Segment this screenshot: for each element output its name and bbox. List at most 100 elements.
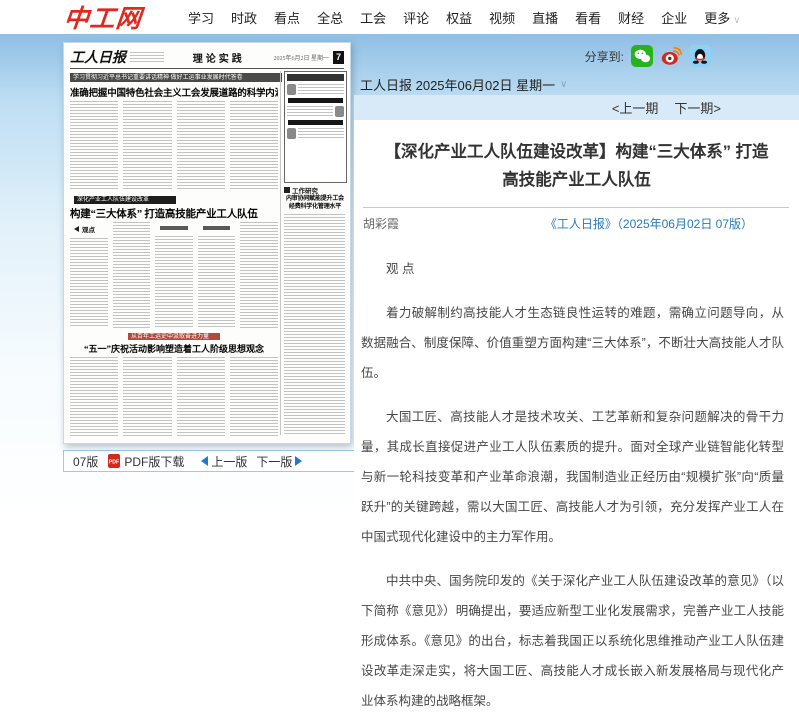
next-page-label: 下一版 <box>256 453 292 470</box>
newspaper-text-column <box>230 357 278 436</box>
title-divider <box>363 207 789 208</box>
side-headline: 内审协同赋能提升工会经费科学化管理水平 <box>284 195 346 211</box>
edition-label[interactable]: 07版 <box>73 453 98 470</box>
sub-headline-bar <box>160 226 188 230</box>
newspaper-page-number: 7 <box>333 51 344 64</box>
newspaper-text-column <box>113 222 151 328</box>
column-divider <box>280 71 281 435</box>
nav-item-more[interactable]: 更多∨ <box>704 8 740 27</box>
mid-kicker-text: 深化产业工人队伍建设改革 <box>77 197 149 203</box>
newspaper-text-column <box>123 101 171 191</box>
pdf-icon: PDF <box>107 454 121 468</box>
qq-share-icon[interactable] <box>689 45 711 67</box>
newspaper-page-image[interactable]: 工人日报 理论实践 2025年6月2日 星期一 7 学习贯彻习近平总书记重要讲话… <box>63 42 351 444</box>
article-paragraph-2: 大国工匠、高技能人才是技术攻关、工艺革新和复杂问题解决的骨干力量，其成长直接促进… <box>361 402 784 552</box>
prev-issue-link[interactable]: <上一期 <box>612 98 659 117</box>
sub-headline-bar <box>203 226 231 230</box>
newspaper-text-column <box>240 222 278 328</box>
share-label: 分享到: <box>585 48 624 65</box>
article-paragraph-1: 着力破解制约高技能人才生态链良性运转的难题，需确立问题导向，从数据融合、制度保障… <box>361 298 784 388</box>
newspaper-date: 2025年6月2日 星期一 <box>273 53 329 62</box>
banner-kicker-text: 学习贯彻习近平总书记重要讲话精神 做好工运事业发展时代答卷 <box>73 75 243 81</box>
pdf-download-label: PDF版下载 <box>124 453 184 470</box>
top-nav: 中工网 学习 时政 看点 全总 工会 评论 权益 视频 直播 看看 财经 企业 … <box>0 0 799 34</box>
newspaper-text-block <box>155 236 193 328</box>
newspaper-column: 工人日报 理论实践 2025年6月2日 星期一 7 学习贯彻习近平总书记重要讲话… <box>63 42 351 472</box>
prev-page-label: 上一版 <box>211 453 247 470</box>
newspaper-text-block <box>198 236 236 328</box>
newspaper-text-column <box>70 357 118 436</box>
article-author: 胡彩霞 <box>363 215 399 232</box>
nav-item-union[interactable]: 工会 <box>360 8 386 27</box>
more-label: 更多 <box>704 11 730 26</box>
section-marker-icon <box>284 187 290 193</box>
masthead-rule <box>70 68 344 69</box>
share-bar: 分享到: <box>585 45 711 67</box>
infographic-text <box>287 106 333 117</box>
wechat-share-icon[interactable] <box>631 45 653 67</box>
lower-headline: “五一”庆祝活动影响塑造着工人阶级思想观念 <box>72 342 276 355</box>
issue-info-link[interactable]: （2025年06月02日 07版） <box>617 217 753 231</box>
newspaper-masthead-row: 工人日报 理论实践 2025年6月2日 星期一 7 <box>70 48 344 66</box>
nav-item-comment[interactable]: 评论 <box>403 8 429 27</box>
infographic-subhead-bar <box>288 120 343 125</box>
article-paragraph-3: 中共中央、国务院印发的《关于深化产业工人队伍建设改革的意见》（以下简称《意见》）… <box>361 566 784 716</box>
paper-toolbar: 07版 PDF PDF版下载 上一版 下一版 <box>63 450 369 472</box>
side-section-text: 工作研究 <box>292 185 318 195</box>
horn-icon <box>74 226 79 232</box>
newspaper-text-column <box>70 101 118 191</box>
nav-item-watch[interactable]: 看看 <box>575 8 601 27</box>
main-menu: 学习 时政 看点 全总 工会 评论 权益 视频 直播 看看 财经 企业 更多∨ <box>188 8 741 27</box>
nav-item-video[interactable]: 视频 <box>489 8 515 27</box>
nav-item-study[interactable]: 学习 <box>188 8 214 27</box>
infographic-subhead-bar <box>288 98 343 103</box>
newspaper-text-column <box>198 222 236 328</box>
nav-item-rights[interactable]: 权益 <box>446 8 472 27</box>
site-logo[interactable]: 中工网 <box>62 0 144 35</box>
article-body: 观 点 着力破解制约高技能人才生态链良性运转的难题，需确立问题导向，从数据融合、… <box>361 254 784 716</box>
nav-item-politics[interactable]: 时政 <box>231 8 257 27</box>
cartoon-figure <box>287 84 296 95</box>
nav-item-live[interactable]: 直播 <box>532 8 558 27</box>
masthead-info-block <box>130 52 164 62</box>
newspaper-text-column <box>230 101 278 191</box>
mid-headline: 构建“三大体系” 打造高技能产业工人队伍 <box>70 206 278 221</box>
infographic-row <box>287 106 344 117</box>
newspaper-text-column: 观点 <box>70 222 108 328</box>
newspaper-text-column <box>177 101 225 191</box>
pdf-download-link[interactable]: PDF PDF版下载 <box>107 453 184 470</box>
newspaper-text-column <box>284 214 345 435</box>
banner-kicker: 学习贯彻习近平总书记重要讲话精神 做好工运事业发展时代答卷 <box>70 73 282 82</box>
newspaper-text-column <box>177 357 225 436</box>
left-arrow-icon <box>201 456 208 466</box>
article-title: 【深化产业工人队伍建设改革】构建“三大体系” 打造高技能产业工人队伍 <box>382 138 771 194</box>
banner-headline: 准确把握中国特色社会主义工会发展道路的科学内涵 <box>70 85 278 99</box>
lower-kicker: 从百年工运史中汲取奋进力量 <box>128 333 220 340</box>
article-source: 《工人日报》（2025年06月02日 07版） <box>545 215 753 232</box>
byline-row: 胡彩霞 《工人日报》（2025年06月02日 07版） <box>363 215 753 232</box>
issue-selector-label: 工人日报 2025年06月02日 星期一 <box>360 75 555 94</box>
nav-item-finance[interactable]: 财经 <box>618 8 644 27</box>
content-area: 工人日报 理论实践 2025年6月2日 星期一 7 学习贯彻习近平总书记重要讲话… <box>0 34 799 517</box>
newspaper-text-column <box>123 357 171 436</box>
newspaper-text-column <box>155 222 193 328</box>
next-page-button[interactable]: 下一版 <box>256 453 302 470</box>
issue-selector[interactable]: 工人日报 2025年06月02日 星期一 ∨ <box>360 75 567 94</box>
newspaper-section-title: 理论实践 <box>168 50 269 65</box>
newspaper-text-block <box>70 238 108 328</box>
nav-item-enterprise[interactable]: 企业 <box>661 8 687 27</box>
prev-page-button[interactable]: 上一版 <box>201 453 247 470</box>
source-link[interactable]: 《工人日报》 <box>545 217 617 231</box>
next-issue-link[interactable]: 下一期> <box>674 98 721 117</box>
nav-item-highlights[interactable]: 看点 <box>274 8 300 27</box>
infographic-header-bar <box>287 74 344 81</box>
chevron-down-icon: ∨ <box>560 79 567 90</box>
lower-kicker-text: 从百年工运史中汲取奋进力量 <box>131 334 209 340</box>
weibo-share-icon[interactable] <box>660 45 682 67</box>
viewpoint-tag: 观点 <box>74 224 108 234</box>
nav-item-acftu[interactable]: 全总 <box>317 8 343 27</box>
reader-panel: 分享到: 工人日报 2025年06月02日 星期一 ∨ <上一期 下一期> <box>354 34 799 517</box>
article-tag: 观 点 <box>361 254 784 284</box>
article-reader: 【深化产业工人队伍建设改革】构建“三大体系” 打造高技能产业工人队伍 胡彩霞 《… <box>354 120 799 617</box>
chevron-down-icon: ∨ <box>733 15 740 26</box>
